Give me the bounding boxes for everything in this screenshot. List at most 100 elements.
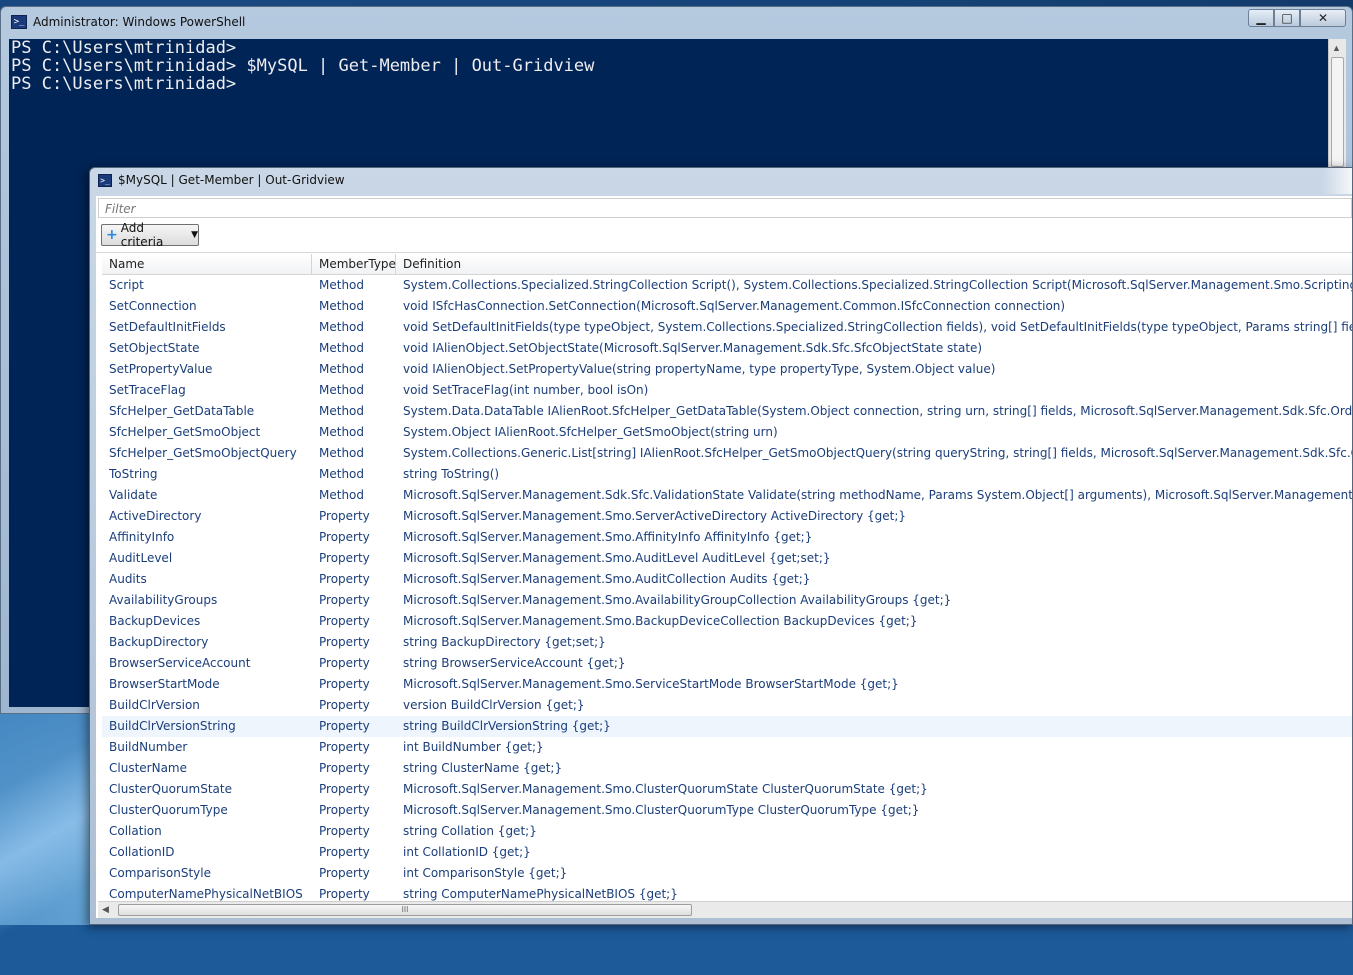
gridview-titlebar[interactable]: >_ $MySQL | Get-Member | Out-Gridview	[90, 168, 1352, 194]
table-row[interactable]: Script Method System.Collections.Specializ…	[102, 275, 1352, 296]
divider	[96, 252, 1352, 253]
table-row[interactable]: SetDefaultInitFields Method void SetDefaul…	[102, 317, 1352, 338]
cell-membertype: Property	[319, 551, 370, 565]
cell-name: BrowserServiceAccount	[109, 656, 251, 670]
table-row[interactable]: BrowserStartMode Property Microsoft.SqlSer…	[102, 674, 1352, 695]
table-row[interactable]: CollationID Property int CollationID {get;…	[102, 842, 1352, 863]
cell-name: CollationID	[109, 845, 175, 859]
table-row[interactable]: AuditLevel Property Microsoft.SqlServer.Ma…	[102, 548, 1352, 569]
cell-definition: string ComputerNamePhysicalNetBIOS {get;…	[403, 887, 678, 901]
table-row[interactable]: AffinityInfo Property Microsoft.SqlServer.…	[102, 527, 1352, 548]
cell-membertype: Property	[319, 593, 370, 607]
table-row[interactable]: SfcHelper_GetSmoObjectQuery Method System.…	[102, 443, 1352, 464]
cell-membertype: Property	[319, 866, 370, 880]
table-row[interactable]: SetPropertyValue Method void IAlienObject.…	[102, 359, 1352, 380]
cell-definition: string BackupDirectory {get;set;}	[403, 635, 606, 649]
cell-membertype: Method	[319, 467, 365, 481]
cell-name: Script	[109, 278, 144, 292]
grid-scroll-thumb[interactable]: III	[118, 904, 692, 916]
cell-definition: Microsoft.SqlServer.Management.Smo.Servi…	[403, 677, 899, 691]
table-row[interactable]: SetConnection Method void ISfcHasConnectio…	[102, 296, 1352, 317]
close-button[interactable]: ✕	[1300, 9, 1346, 27]
table-row[interactable]: SetTraceFlag Method void SetTraceFlag(int …	[102, 380, 1352, 401]
table-row[interactable]: BackupDevices Property Microsoft.SqlServer…	[102, 611, 1352, 632]
table-row[interactable]: ComparisonStyle Property int ComparisonSty…	[102, 863, 1352, 884]
cell-name: ActiveDirectory	[109, 509, 202, 523]
cell-name: SfcHelper_GetSmoObject	[109, 425, 261, 439]
cell-membertype: Method	[319, 278, 365, 292]
cell-name: Audits	[109, 572, 147, 586]
table-row[interactable]: SfcHelper_GetDataTable Method System.Data.…	[102, 401, 1352, 422]
cell-membertype: Property	[319, 824, 370, 838]
cell-name: ClusterName	[109, 761, 187, 775]
table-row[interactable]: Collation Property string Collation {get;}	[102, 821, 1352, 842]
cell-name: SetTraceFlag	[109, 383, 186, 397]
table-row[interactable]: ActiveDirectory Property Microsoft.SqlServ…	[102, 506, 1352, 527]
cell-name: Validate	[109, 488, 158, 502]
scroll-left-icon[interactable]: ◀	[102, 904, 109, 915]
cell-name: SetConnection	[109, 299, 197, 313]
cell-membertype: Property	[319, 530, 370, 544]
cell-name: SfcHelper_GetDataTable	[109, 404, 255, 418]
cell-definition: Microsoft.SqlServer.Management.Smo.Avail…	[403, 593, 952, 607]
table-row[interactable]: ClusterQuorumType Property Microsoft.SqlSe…	[102, 800, 1352, 821]
table-row[interactable]: ComputerNamePhysicalNetBIOS Property strin…	[102, 884, 1352, 902]
column-header-membertype[interactable]: MemberType	[312, 254, 396, 274]
cell-definition: string ClusterName {get;}	[403, 761, 563, 775]
grid-body: Script Method System.Collections.Specializ…	[102, 275, 1352, 902]
cell-membertype: Property	[319, 761, 370, 775]
gridview-window[interactable]: >_ $MySQL | Get-Member | Out-Gridview Fi…	[89, 167, 1353, 925]
cell-name: ComparisonStyle	[109, 866, 211, 880]
table-row[interactable]: BackupDirectory Property string BackupDire…	[102, 632, 1352, 653]
add-criteria-button[interactable]: + Add criteria ▼	[101, 221, 199, 249]
results-grid[interactable]: Name MemberType Definition Script Method S…	[102, 254, 1352, 902]
table-row[interactable]: AvailabilityGroups Property Microsoft.SqlS…	[102, 590, 1352, 611]
cell-name: BuildClrVersion	[109, 698, 200, 712]
console-line: PS C:\Users\mtrinidad> $MySQL | Get-Memb…	[11, 56, 595, 76]
cell-membertype: Method	[319, 425, 365, 439]
cell-name: SetObjectState	[109, 341, 200, 355]
add-criteria-label: Add criteria	[120, 221, 164, 249]
cell-definition: Microsoft.SqlServer.Management.Smo.Backu…	[403, 614, 918, 628]
console-scroll-thumb[interactable]	[1331, 57, 1344, 167]
cell-definition: System.Collections.Specialized.StringCol…	[403, 278, 1352, 292]
cell-definition: string Collation {get;}	[403, 824, 537, 838]
cell-membertype: Property	[319, 509, 370, 523]
cell-name: AuditLevel	[109, 551, 173, 565]
table-row[interactable]: Audits Property Microsoft.SqlServer.Manage…	[102, 569, 1352, 590]
scroll-up-icon[interactable]: ▲	[1332, 43, 1341, 53]
table-row[interactable]: BrowserServiceAccount Property string Brow…	[102, 653, 1352, 674]
table-row[interactable]: SfcHelper_GetSmoObject Method System.Objec…	[102, 422, 1352, 443]
powershell-icon: >_	[11, 15, 27, 29]
cell-definition: Microsoft.SqlServer.Management.Smo.Affin…	[403, 530, 813, 544]
table-row[interactable]: SetObjectState Method void IAlienObject.Se…	[102, 338, 1352, 359]
cell-definition: System.Data.DataTable IAlienRoot.SfcHelp…	[403, 404, 1352, 418]
cell-name: BackupDevices	[109, 614, 201, 628]
cell-definition: string BuildClrVersionString {get;}	[403, 719, 611, 733]
table-row[interactable]: ClusterName Property string ClusterName {g…	[102, 758, 1352, 779]
table-row[interactable]: ClusterQuorumState Property Microsoft.SqlS…	[102, 779, 1352, 800]
cell-definition: int CollationID {get;}	[403, 845, 531, 859]
cell-name: BuildClrVersionString	[109, 719, 236, 733]
cell-membertype: Method	[319, 341, 365, 355]
cell-name: ComputerNamePhysicalNetBIOS	[109, 887, 303, 901]
table-row[interactable]: BuildClrVersionString Property string Buil…	[102, 716, 1352, 737]
cell-definition: void IAlienObject.SetObjectState(Microso…	[403, 341, 983, 355]
chevron-down-icon: ▼	[191, 230, 198, 240]
column-header-name[interactable]: Name	[102, 254, 312, 274]
cell-definition: Microsoft.SqlServer.Management.Smo.Audit…	[403, 572, 811, 586]
powershell-titlebar[interactable]: >_ Administrator: Windows PowerShell ▁ □…	[1, 7, 1352, 37]
maximize-button[interactable]: □	[1274, 9, 1300, 27]
grid-horizontal-scrollbar[interactable]: ◀ III	[98, 901, 1352, 918]
cell-membertype: Property	[319, 614, 370, 628]
table-row[interactable]: ToString Method string ToString()	[102, 464, 1352, 485]
column-header-definition[interactable]: Definition	[396, 254, 1352, 274]
table-row[interactable]: BuildNumber Property int BuildNumber {get;…	[102, 737, 1352, 758]
cell-name: SetPropertyValue	[109, 362, 213, 376]
table-row[interactable]: Validate Method Microsoft.SqlServer.Manage…	[102, 485, 1352, 506]
cell-name: ToString	[109, 467, 158, 481]
minimize-button[interactable]: ▁	[1248, 9, 1274, 27]
cell-definition: System.Collections.Generic.List[string] …	[403, 446, 1352, 460]
table-row[interactable]: BuildClrVersion Property version BuildClrV…	[102, 695, 1352, 716]
filter-input[interactable]: Filter	[98, 198, 1352, 218]
